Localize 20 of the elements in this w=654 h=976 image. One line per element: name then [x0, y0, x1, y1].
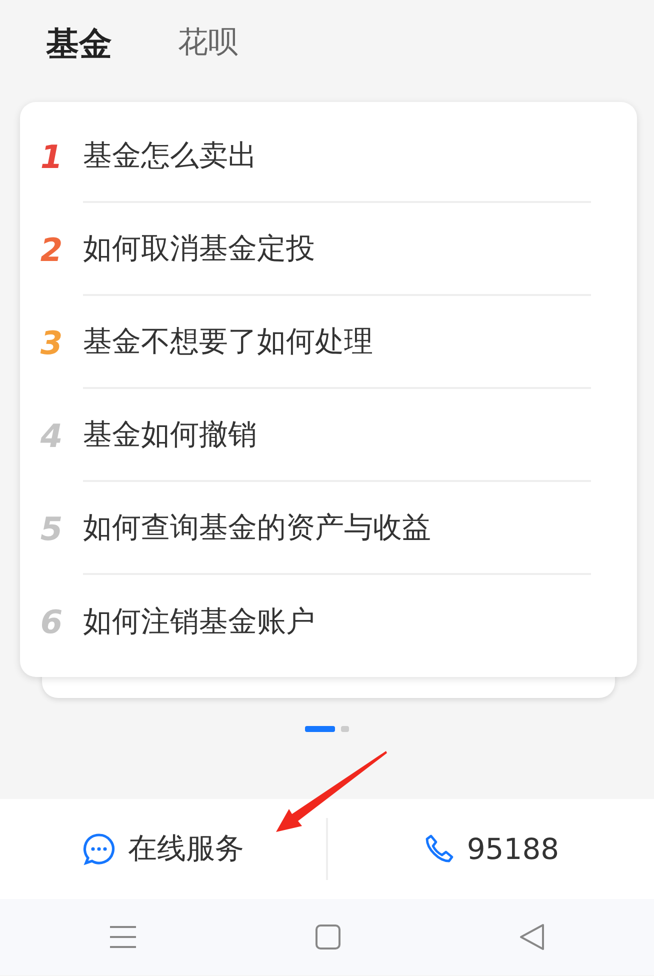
question-link[interactable]: 如何查询基金的资产与收益 — [83, 482, 591, 575]
tab[interactable]: 花呗 — [178, 22, 238, 63]
rank-number: 1 — [39, 138, 64, 176]
rank-number: 5 — [39, 510, 64, 548]
rank-number: 4 — [39, 416, 64, 454]
online-service-button[interactable]: 在线服务 — [128, 829, 244, 869]
rank-number: 3 — [39, 324, 64, 362]
back-icon[interactable] — [519, 923, 545, 951]
question-link[interactable]: 如何取消基金定投 — [83, 203, 591, 296]
tab[interactable]: 基金 — [46, 22, 112, 67]
home-icon[interactable] — [315, 924, 341, 950]
rank-number: 6 — [39, 602, 64, 640]
phone-number[interactable]: 95188 — [466, 832, 560, 866]
menu-icon[interactable] — [109, 924, 137, 950]
question-link[interactable]: 基金怎么卖出 — [83, 110, 591, 203]
question-link[interactable]: 基金如何撤销 — [83, 389, 591, 482]
rank-number: 2 — [39, 230, 64, 268]
question-link[interactable]: 如何注销基金账户 — [83, 575, 591, 668]
question-link[interactable]: 基金不想要了如何处理 — [83, 296, 591, 389]
chat-icon — [82, 832, 116, 866]
